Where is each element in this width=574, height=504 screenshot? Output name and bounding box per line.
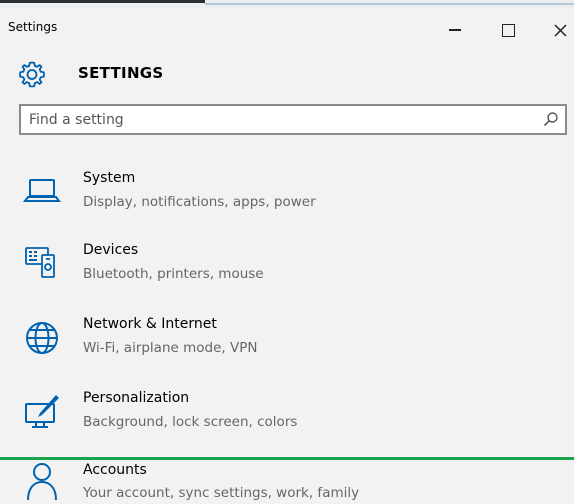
devices-icon bbox=[25, 247, 55, 278]
person-icon bbox=[27, 463, 57, 500]
settings-item-personalization[interactable]: Personalization Background, lock screen,… bbox=[0, 386, 574, 450]
settings-item-system[interactable]: System Display, notifications, apps, pow… bbox=[0, 164, 574, 228]
title-bar[interactable]: Settings bbox=[0, 8, 574, 48]
settings-item-label: Personalization bbox=[83, 390, 190, 406]
settings-item-accounts[interactable]: Accounts Your account, sync settings, wo… bbox=[0, 457, 574, 504]
personalization-icon bbox=[25, 395, 59, 428]
close-button[interactable] bbox=[540, 14, 574, 46]
search-icon[interactable] bbox=[543, 111, 559, 127]
settings-window: Settings SETTINGS Find a setting System … bbox=[0, 0, 574, 504]
globe-icon bbox=[26, 322, 58, 354]
settings-item-description: Your account, sync settings, work, famil… bbox=[83, 485, 360, 501]
settings-item-description: Wi-Fi, airplane mode, VPN bbox=[83, 340, 258, 356]
settings-item-description: Bluetooth, printers, mouse bbox=[83, 266, 264, 282]
settings-item-label: Devices bbox=[83, 242, 139, 258]
maximize-icon bbox=[501, 23, 515, 37]
top-strip bbox=[0, 0, 574, 8]
minimize-button[interactable] bbox=[435, 14, 475, 46]
settings-item-label: System bbox=[83, 170, 136, 186]
settings-header: SETTINGS bbox=[0, 54, 574, 94]
taskbar-edge bbox=[0, 0, 205, 3]
gear-icon bbox=[19, 61, 45, 88]
settings-item-description: Display, notifications, apps, power bbox=[83, 194, 316, 210]
window-title: Settings bbox=[8, 20, 58, 34]
search-input[interactable] bbox=[21, 106, 539, 133]
close-icon bbox=[553, 23, 567, 37]
settings-item-label: Network & Internet bbox=[83, 316, 217, 332]
settings-item-network[interactable]: Network & Internet Wi-Fi, airplane mode,… bbox=[0, 312, 574, 376]
maximize-button[interactable] bbox=[488, 14, 528, 46]
settings-item-label: Accounts bbox=[83, 462, 147, 478]
page-title: SETTINGS bbox=[78, 64, 164, 82]
minimize-icon bbox=[449, 29, 461, 31]
search-box[interactable] bbox=[19, 104, 567, 135]
settings-item-description: Background, lock screen, colors bbox=[83, 414, 298, 430]
window-edge-line bbox=[205, 3, 574, 5]
settings-item-devices[interactable]: Devices Bluetooth, printers, mouse bbox=[0, 238, 574, 302]
laptop-icon bbox=[23, 179, 61, 202]
